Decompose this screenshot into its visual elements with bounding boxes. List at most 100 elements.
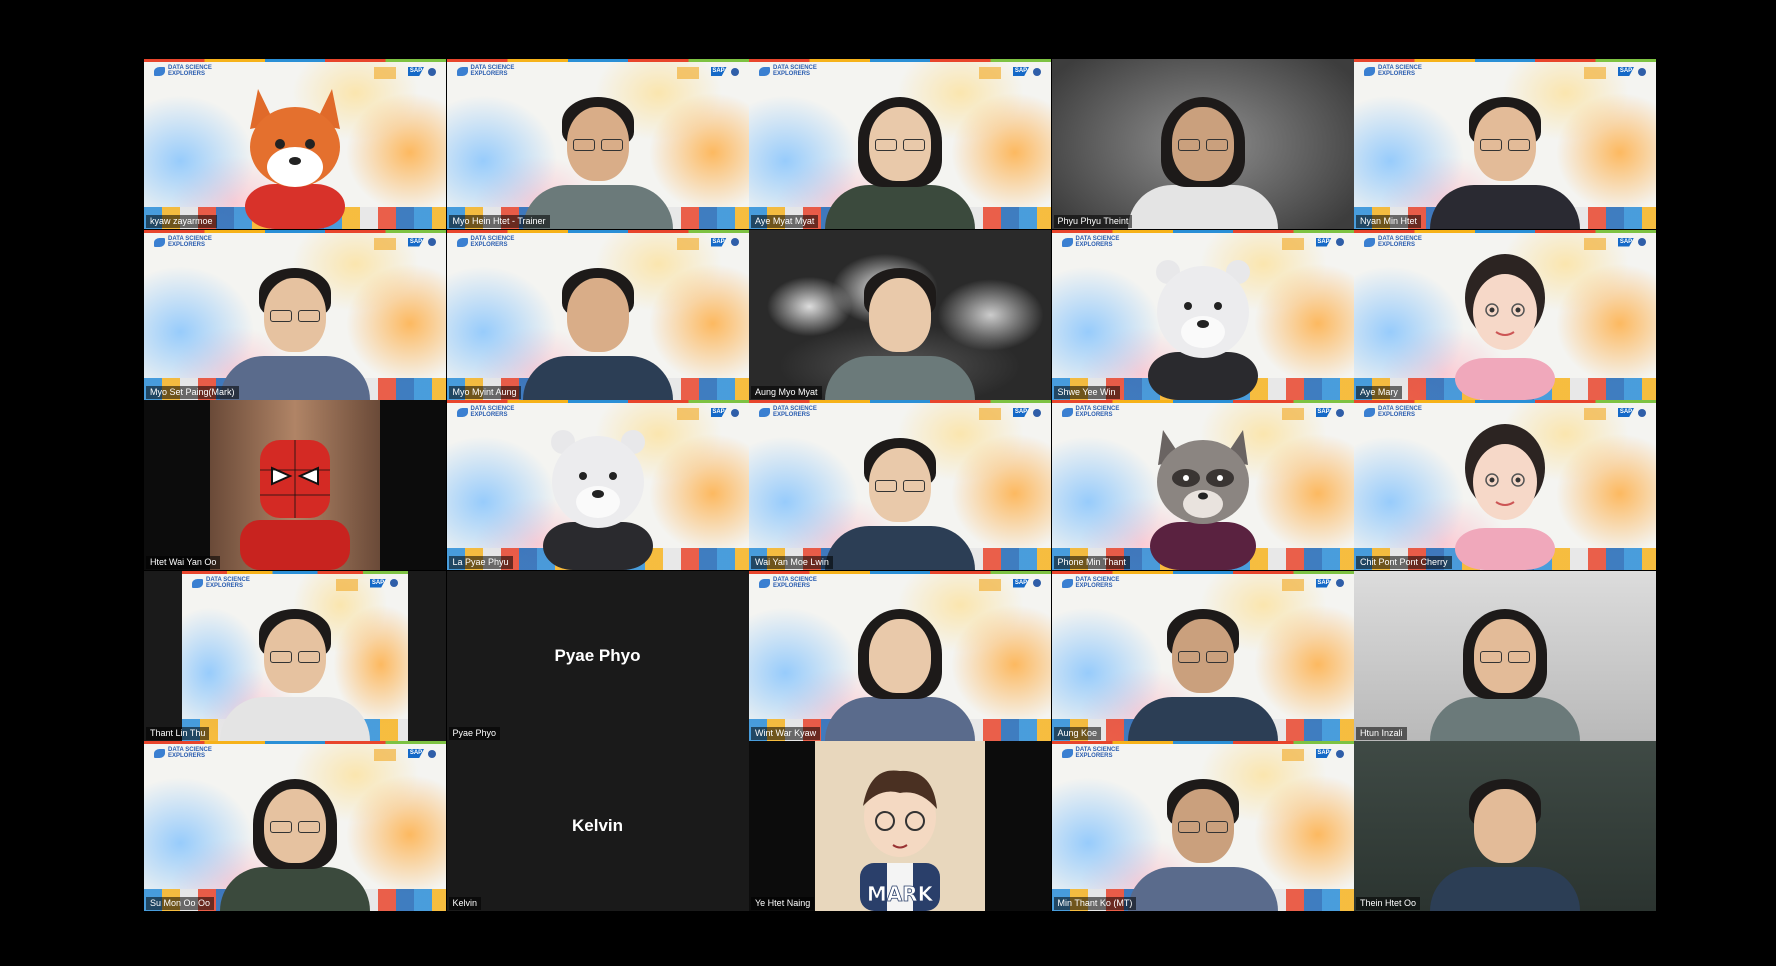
sponsor-logos: SAP: [710, 67, 739, 76]
participant-tile[interactable]: Htun Inzali: [1354, 570, 1656, 741]
participant-tile[interactable]: Aung Myo Myat: [749, 229, 1051, 400]
banner-top-stripe: [144, 59, 446, 62]
glasses: [270, 309, 320, 322]
avatar-girl-icon: [1455, 424, 1555, 570]
bird-icon: [1364, 67, 1375, 76]
banner-top-stripe: [446, 59, 749, 62]
participant-tile[interactable]: DATA SCIENCE EXPLORERS SAP kyaw zayarmoe: [144, 59, 446, 229]
participant-name-label: Htet Wai Yan Oo: [146, 556, 221, 569]
partner-logo-icon: [1638, 67, 1646, 76]
participant-tile[interactable]: DATA SCIENCE EXPLORERS SAP Wai Yan Moe Lwin: [749, 400, 1051, 570]
participant-name-label: Wint War Kyaw: [751, 726, 821, 740]
partner-logo-icon: [730, 238, 739, 246]
banner-logo: DATA SCIENCE EXPLORERS: [1061, 406, 1122, 422]
partner-logo-icon: [1033, 579, 1041, 587]
event-badge: [374, 237, 396, 250]
participant-name-label: Pyae Phyo: [448, 726, 501, 740]
participant-tile[interactable]: DATA SCIENCE EXPLORERS SAP Myo Myint Aung: [446, 229, 749, 400]
banner-top-stripe: [1051, 400, 1354, 403]
banner-logo: DATA SCIENCE EXPLORERS: [154, 236, 214, 252]
participant-tile[interactable]: DATA SCIENCE EXPLORERS SAP Myo Set Paing(Ma…: [144, 229, 446, 400]
video-gallery: DATA SCIENCE EXPLORERS SAP kyaw zayarmoe DAT…: [144, 59, 1656, 911]
avatar-bear-icon: [1147, 259, 1258, 400]
partner-logo-icon: [730, 408, 739, 417]
sponsor-logos: SAP: [1013, 578, 1041, 588]
participant-tile[interactable]: Htet Wai Yan Oo: [144, 400, 446, 570]
face: [869, 277, 931, 352]
bird-icon: [154, 237, 165, 247]
sap-logo: SAP: [710, 408, 727, 417]
partner-logo-icon: [1335, 238, 1344, 246]
banner-logo: DATA SCIENCE EXPLORERS: [456, 236, 517, 252]
bird-icon: [192, 578, 203, 588]
banner-top-stripe: [749, 400, 1051, 403]
participant-tile[interactable]: DATA SCIENCE EXPLORERS SAP Aye Mary: [1354, 229, 1656, 400]
event-badge: [1584, 237, 1606, 250]
participant-tile[interactable]: Thein Htet Oo: [1354, 741, 1656, 911]
participant-name-label: La Pyae Phyu: [448, 556, 513, 569]
shirt: [220, 867, 370, 911]
partner-logo-icon: [1335, 408, 1344, 417]
participant-name-label: Kelvin: [448, 897, 482, 910]
bird-icon: [154, 67, 165, 76]
partner-logo-icon: [428, 67, 436, 76]
participant-tile[interactable]: DATA SCIENCE EXPLORERS SAP Wint War Kyaw: [749, 570, 1051, 741]
banner-subtitle: EXPLORERS: [1075, 753, 1113, 759]
banner-subtitle: EXPLORERS: [1075, 241, 1113, 248]
banner-subtitle: EXPLORERS: [470, 412, 508, 418]
sponsor-logos: SAP: [1315, 749, 1344, 758]
banner-logo: DATA SCIENCE EXPLORERS: [1061, 747, 1122, 763]
participant-video-figure: [1425, 79, 1585, 229]
sponsor-logos: SAP: [710, 408, 739, 417]
participant-tile[interactable]: Pyae Phyo Pyae Phyo: [446, 570, 749, 741]
participant-name-label: Ye Htet Naing: [751, 897, 815, 910]
sap-logo: SAP: [1013, 67, 1029, 76]
participant-tile[interactable]: DATA SCIENCE EXPLORERS SAP Nyan Min Htet: [1354, 59, 1656, 229]
banner-top-stripe: [182, 570, 408, 574]
partner-logo-icon: [1335, 579, 1344, 587]
banner-top-stripe: [1051, 741, 1354, 744]
participant-video-figure: [1123, 591, 1283, 741]
participant-tile[interactable]: DATA SCIENCE EXPLORERS SAP La Pyae Phyu: [446, 400, 749, 570]
sap-logo: SAP: [1618, 237, 1634, 247]
bird-icon: [759, 408, 770, 417]
participant-video-figure: [215, 761, 375, 911]
event-badge: [676, 408, 699, 420]
participant-name-label: Aye Mary: [1356, 385, 1402, 399]
shirt: [1430, 185, 1580, 229]
face: [566, 277, 629, 352]
banner-subtitle: EXPLORERS: [1378, 412, 1416, 418]
participant-video-figure: [215, 250, 375, 400]
banner-logo: DATA SCIENCE EXPLORERS: [1364, 65, 1424, 81]
sap-logo: SAP: [1618, 408, 1634, 417]
shirt: [1127, 185, 1278, 229]
participant-video-figure: [1123, 761, 1283, 911]
participant-tile[interactable]: DATA SCIENCE EXPLORERS SAP Min Thant Ko (MT…: [1051, 741, 1354, 911]
sap-logo: SAP: [1315, 578, 1332, 588]
banner-top-stripe: [1354, 59, 1656, 62]
participant-video-figure: [820, 79, 980, 229]
participant-tile[interactable]: DATA SCIENCE EXPLORERS SAP Phone Min Thant: [1051, 400, 1354, 570]
participant-tile[interactable]: DATA SCIENCE EXPLORERS SAP Aye Myat Myat: [749, 59, 1051, 229]
face: [1474, 789, 1536, 863]
participant-video-figure: [1123, 79, 1283, 229]
sponsor-logos: SAP: [710, 237, 739, 247]
participant-tile[interactable]: DATA SCIENCE EXPLORERS SAP Su Mon Oo Oo: [144, 741, 446, 911]
banner-top-stripe: [446, 400, 749, 403]
participant-tile[interactable]: DATA SCIENCE EXPLORERS SAP Aung Koe: [1051, 570, 1354, 741]
participant-tile[interactable]: DATA SCIENCE EXPLORERS SAP Thant Lin Thu: [144, 570, 446, 741]
sap-logo: SAP: [710, 237, 727, 247]
participant-tile[interactable]: DATA SCIENCE EXPLORERS SAP Myo Hein Htet - …: [446, 59, 749, 229]
shirt: [1127, 867, 1278, 911]
partner-logo-icon: [730, 67, 739, 76]
participant-tile[interactable]: Phyu Phyu Theint: [1051, 59, 1354, 229]
participant-tile[interactable]: Kelvin Kelvin: [446, 741, 749, 911]
participant-tile[interactable]: DATA SCIENCE EXPLORERS SAP Shwe Yee Win: [1051, 229, 1354, 400]
avatar-spider-icon: [240, 440, 350, 570]
participant-video-figure: [518, 250, 678, 400]
participant-name-label: Phone Min Thant: [1053, 556, 1130, 569]
participant-tile[interactable]: DATA SCIENCE EXPLORERS SAP Chit Pont Pont C…: [1354, 400, 1656, 570]
participant-tile[interactable]: MARK Ye Htet Naing: [749, 741, 1051, 911]
glasses: [270, 821, 320, 833]
sap-logo: SAP: [1315, 237, 1332, 247]
